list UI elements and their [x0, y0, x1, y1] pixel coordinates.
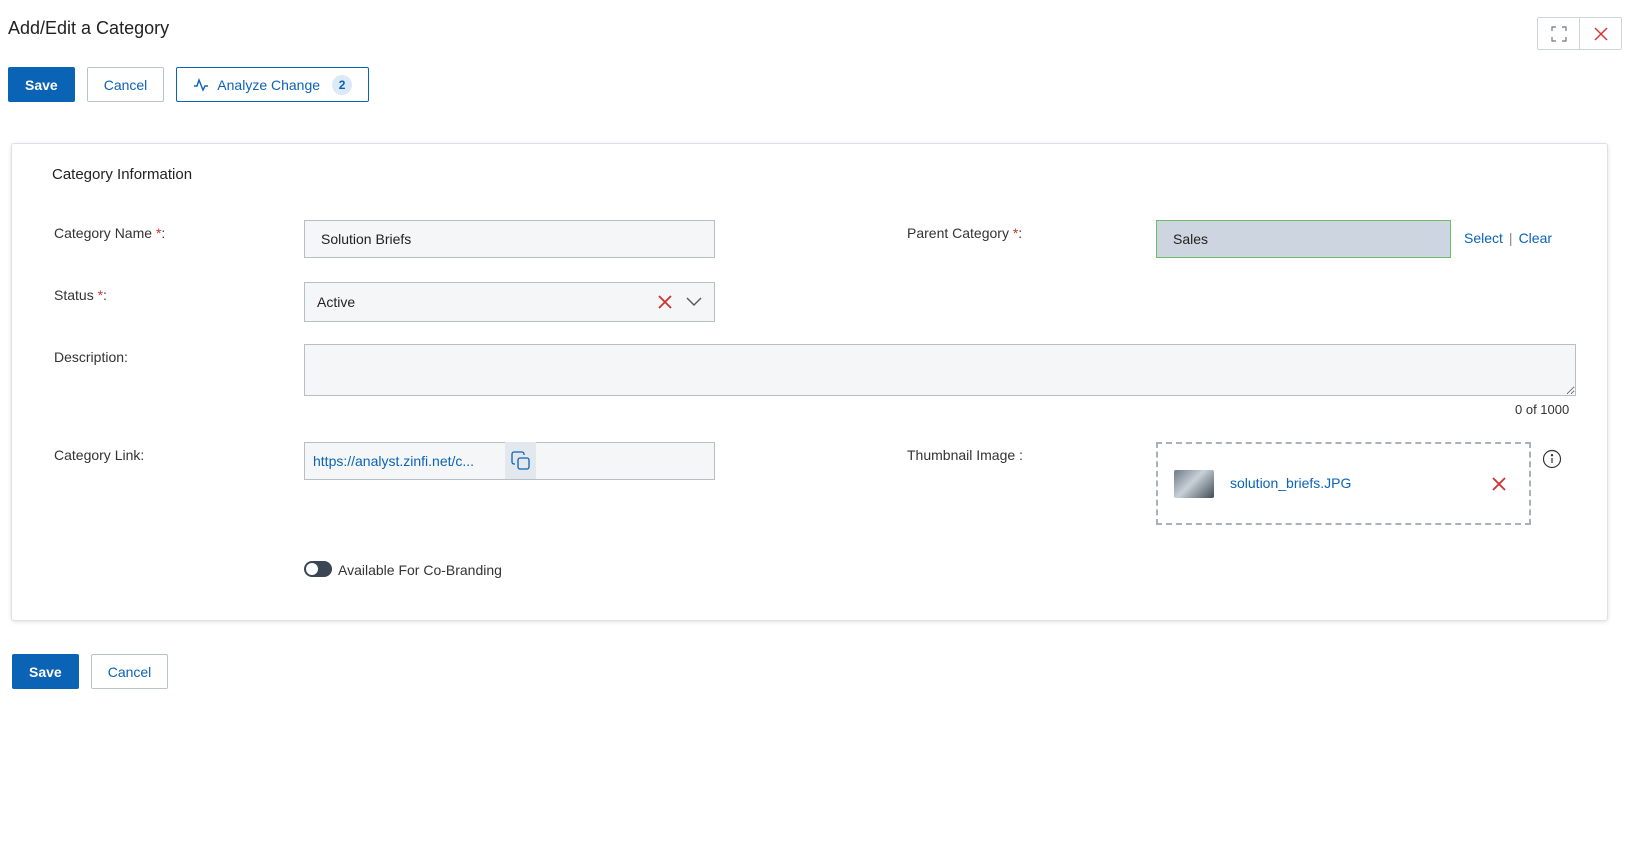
top-toolbar: Save Cancel Analyze Change 2	[8, 67, 370, 102]
category-name-value: Solution Briefs	[321, 231, 412, 247]
thumbnail-dropzone[interactable]: solution_briefs.JPG	[1156, 442, 1531, 525]
activity-icon	[194, 77, 209, 92]
thumbnail-image-label: Thumbnail Image :	[907, 447, 1023, 463]
close-button[interactable]	[1579, 18, 1621, 49]
section-title: Category Information	[52, 166, 193, 183]
parent-category-actions: Select | Clear	[1464, 230, 1552, 246]
analyze-change-button[interactable]: Analyze Change 2	[176, 67, 370, 102]
category-name-input[interactable]: Solution Briefs	[304, 220, 715, 258]
status-select-controls	[658, 295, 702, 309]
copy-link-button[interactable]	[505, 442, 536, 479]
window-controls	[1537, 17, 1622, 50]
clear-parent-link[interactable]: Clear	[1519, 230, 1552, 246]
expand-icon	[1550, 25, 1567, 42]
thumbnail-preview	[1174, 470, 1214, 498]
parent-category-value: Sales	[1173, 231, 1209, 247]
fullscreen-button[interactable]	[1538, 18, 1579, 49]
status-value: Active	[317, 294, 356, 310]
category-link-label: Category Link:	[54, 447, 145, 463]
co-branding-toggle[interactable]	[304, 561, 332, 577]
description-textarea[interactable]	[304, 344, 1576, 396]
co-branding-label: Available For Co-Branding	[338, 562, 502, 578]
save-button[interactable]: Save	[8, 67, 75, 102]
description-label: Description:	[54, 349, 128, 365]
page-title: Add/Edit a Category	[8, 18, 170, 38]
status-select[interactable]: Active	[304, 282, 715, 322]
close-icon	[1594, 27, 1607, 40]
label-suffix: :	[161, 225, 166, 241]
select-parent-link[interactable]: Select	[1464, 230, 1503, 246]
category-name-label-text: Category Name	[54, 225, 153, 241]
remove-thumbnail-icon[interactable]	[1492, 477, 1506, 491]
cancel-button[interactable]: Cancel	[86, 67, 165, 102]
copy-icon	[510, 450, 530, 470]
thumbnail-file-link[interactable]: solution_briefs.JPG	[1230, 475, 1351, 491]
parent-category-label-text: Parent Category	[907, 225, 1009, 241]
info-icon[interactable]	[1542, 449, 1562, 469]
link-separator: |	[1508, 230, 1513, 246]
parent-category-field[interactable]: Sales	[1156, 220, 1451, 258]
save-button-bottom[interactable]: Save	[12, 654, 79, 689]
status-label: Status *:	[54, 287, 107, 303]
bottom-toolbar: Save Cancel	[12, 654, 169, 689]
clear-icon[interactable]	[658, 295, 672, 309]
status-label-text: Status	[54, 287, 94, 303]
parent-category-label: Parent Category *:	[907, 225, 1022, 241]
label-suffix: :	[1018, 225, 1023, 241]
description-char-counter: 0 of 1000	[1515, 402, 1570, 417]
category-information-card: Category Information Category Name *: So…	[11, 143, 1608, 621]
analyze-change-label: Analyze Change	[217, 76, 321, 93]
label-suffix: :	[103, 287, 107, 303]
chevron-down-icon[interactable]	[686, 297, 702, 307]
category-link-value[interactable]: https://analyst.zinfi.net/c...	[313, 453, 474, 469]
analyze-change-count-badge: 2	[332, 74, 353, 95]
cancel-button-bottom[interactable]: Cancel	[90, 654, 169, 689]
category-name-label: Category Name *:	[54, 225, 165, 241]
